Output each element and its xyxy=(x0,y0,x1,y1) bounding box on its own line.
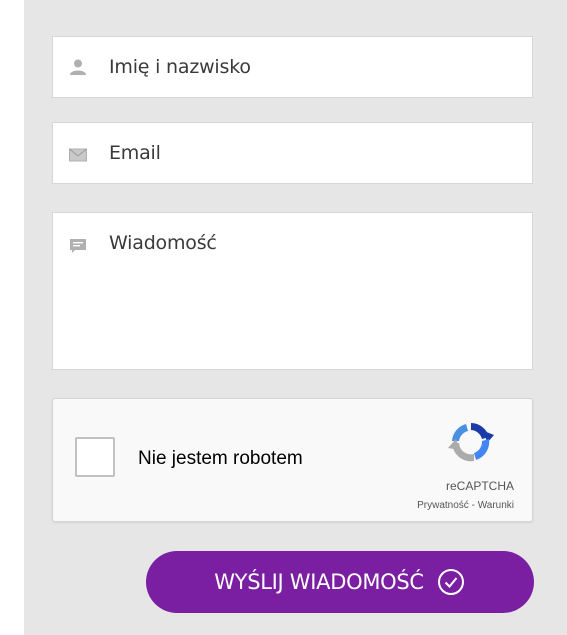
email-placeholder: Email xyxy=(109,142,161,164)
recaptcha-logo-icon xyxy=(448,423,494,462)
speech-bubble-icon xyxy=(70,239,86,253)
message-textarea[interactable]: Wiadomość xyxy=(52,212,533,370)
recaptcha-label: Nie jestem robotem xyxy=(138,448,303,469)
recaptcha-widget: Nie jestem robotem reCAPTCHA Prywatność … xyxy=(52,398,533,522)
envelope-icon xyxy=(69,148,87,162)
recaptcha-checkbox[interactable] xyxy=(75,437,115,477)
name-placeholder: Imię i nazwisko xyxy=(109,56,251,78)
terms-link[interactable]: Warunki xyxy=(478,500,514,511)
recaptcha-links: Prywatność - Warunki xyxy=(417,500,514,511)
send-message-label: WYŚLIJ WIADOMOŚĆ xyxy=(214,570,424,594)
links-separator: - xyxy=(468,500,478,511)
name-input[interactable]: Imię i nazwisko xyxy=(52,36,533,98)
check-circle-icon xyxy=(437,569,464,595)
send-message-button[interactable]: WYŚLIJ WIADOMOŚĆ xyxy=(146,551,534,613)
recaptcha-brand: reCAPTCHA xyxy=(445,479,514,493)
email-input[interactable]: Email xyxy=(52,122,533,184)
message-placeholder: Wiadomość xyxy=(109,232,217,254)
privacy-link[interactable]: Prywatność xyxy=(417,500,469,511)
user-icon xyxy=(70,59,86,75)
